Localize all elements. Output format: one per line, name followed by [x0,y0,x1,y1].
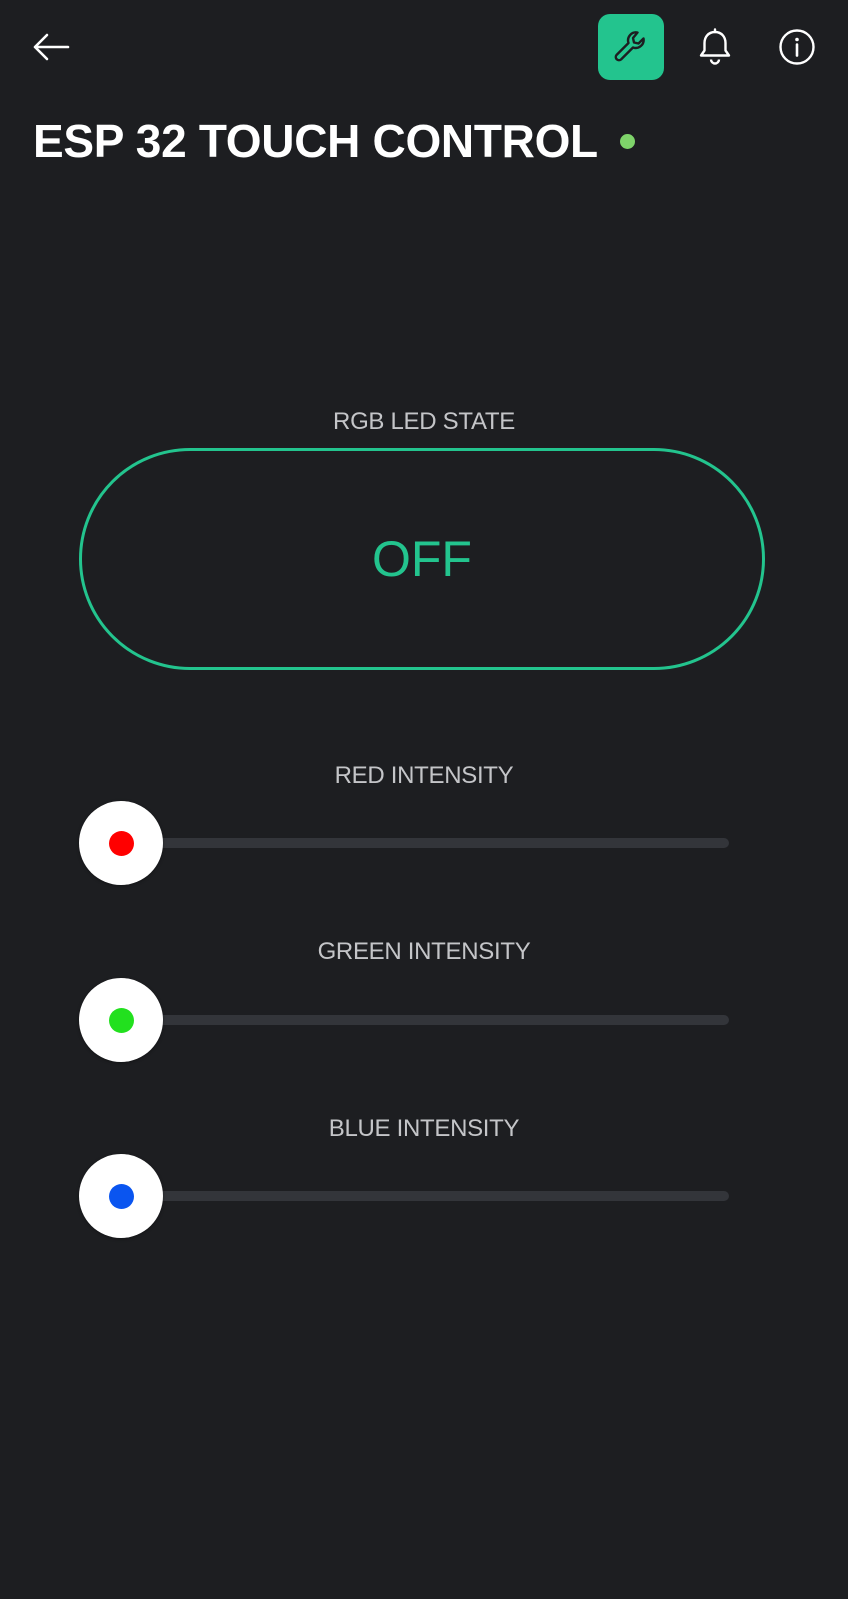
top-bar [0,0,848,96]
title-row: ESP 32 TOUCH CONTROL [33,113,635,169]
red-color-dot [108,830,134,856]
red-intensity-label: RED INTENSITY [334,762,514,789]
rgb-state-label: RGB LED STATE [333,408,515,435]
slider-thumb[interactable] [79,978,163,1062]
slider-track [119,1015,729,1025]
blue-intensity-label: BLUE INTENSITY [328,1115,520,1142]
red-intensity-slider[interactable] [79,801,729,885]
app-screen: ESP 32 TOUCH CONTROL RGB LED STATE OFF R… [0,0,848,1599]
green-color-dot [108,1007,134,1033]
back-button[interactable] [26,22,76,72]
wrench-icon [614,31,645,62]
info-icon [779,29,815,65]
bell-icon [699,28,731,65]
online-status-dot [619,133,635,149]
blue-intensity-slider[interactable] [79,1154,729,1238]
rgb-state-value: OFF [372,531,472,587]
green-intensity-label: GREEN INTENSITY [317,938,531,965]
blue-color-dot [108,1183,134,1209]
slider-thumb[interactable] [79,1154,163,1238]
settings-wrench-button[interactable] [598,14,664,80]
page-title: ESP 32 TOUCH CONTROL [33,115,598,167]
notifications-button[interactable] [690,22,740,72]
info-button[interactable] [772,22,822,72]
arrow-left-icon [33,33,70,61]
slider-track [119,1191,729,1201]
slider-track [119,838,729,848]
slider-thumb[interactable] [79,801,163,885]
green-intensity-slider[interactable] [79,978,729,1062]
rgb-state-toggle-button[interactable]: OFF [79,448,765,670]
